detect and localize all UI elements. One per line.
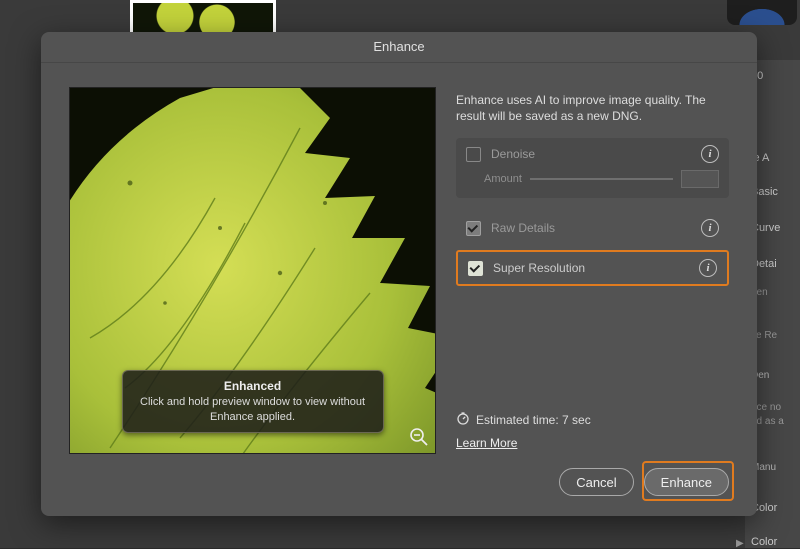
dialog-title: Enhance — [41, 32, 757, 63]
panel-color1[interactable]: Color — [751, 502, 800, 514]
options-panel: Enhance uses AI to improve image quality… — [456, 92, 729, 286]
denoise-label: Denoise — [491, 147, 535, 161]
raw-details-label: Raw Details — [491, 221, 555, 235]
preview-tooltip: Enhanced Click and hold preview window t… — [122, 370, 384, 433]
amount-label: Amount — [484, 173, 522, 185]
iso-value: 00 — [751, 70, 800, 82]
info-icon[interactable]: i — [701, 219, 719, 237]
denoise-row: Denoise i — [456, 138, 729, 170]
info-icon[interactable]: i — [701, 145, 719, 163]
super-resolution-row[interactable]: Super Resolution i — [458, 252, 727, 284]
histogram — [727, 0, 797, 25]
panel-basic[interactable]: Basic — [751, 186, 800, 198]
cancel-button[interactable]: Cancel — [559, 468, 633, 496]
raw-details-checkbox — [466, 221, 481, 236]
preview-window[interactable]: Enhanced Click and hold preview window t… — [69, 87, 436, 454]
footer-info: Estimated time: 7 sec Learn More — [456, 411, 729, 450]
dialog-buttons: Cancel Enhance — [559, 468, 729, 496]
filmstrip-thumbnail[interactable] — [130, 0, 276, 35]
dialog-description: Enhance uses AI to improve image quality… — [456, 92, 729, 124]
info-icon[interactable]: i — [699, 259, 717, 277]
disclosure-arrow-icon[interactable]: ▶ — [736, 538, 744, 549]
denoise-group: Denoise i Amount — [456, 138, 729, 198]
panel-manual: Manu — [751, 462, 800, 473]
profile-row: le A — [751, 152, 800, 164]
panel-curve[interactable]: Curve — [751, 222, 800, 234]
panel-detail[interactable]: Detai — [751, 258, 800, 270]
panel-reduce: uce no — [751, 402, 800, 413]
amount-slider — [530, 178, 673, 180]
amount-field — [681, 170, 719, 188]
super-resolution-checkbox[interactable] — [468, 261, 483, 276]
panel-denoise: Den — [751, 370, 800, 381]
raw-details-row: Raw Details i — [456, 212, 729, 244]
stopwatch-icon — [456, 411, 470, 428]
panel-sharpen: pen — [751, 287, 800, 298]
super-resolution-group: Super Resolution i — [456, 250, 729, 286]
super-resolution-label: Super Resolution — [493, 261, 585, 275]
panel-saved: ed as a — [751, 416, 800, 427]
panel-noise: se Re — [751, 330, 800, 341]
enhance-button[interactable]: Enhance — [644, 468, 729, 496]
enhance-dialog: Enhance — [41, 32, 757, 516]
estimated-time: Estimated time: 7 sec — [476, 413, 591, 427]
denoise-checkbox — [466, 147, 481, 162]
learn-more-link[interactable]: Learn More — [456, 436, 517, 450]
amount-row: Amount — [456, 170, 729, 198]
raw-details-group: Raw Details i — [456, 212, 729, 244]
zoom-out-icon[interactable] — [409, 427, 429, 447]
tooltip-heading: Enhanced — [133, 379, 373, 393]
tooltip-body: Click and hold preview window to view wi… — [133, 395, 373, 424]
panel-color2[interactable]: Color — [751, 536, 800, 548]
